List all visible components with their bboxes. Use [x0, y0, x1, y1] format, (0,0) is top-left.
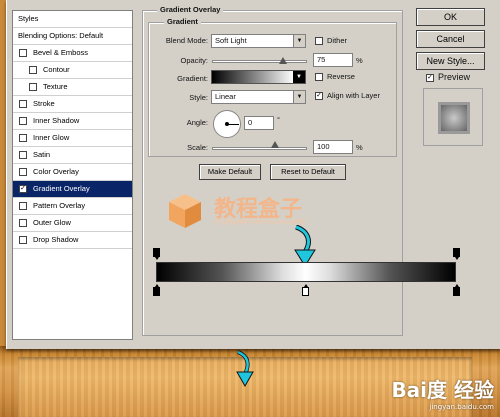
styles-item-label: Texture: [43, 82, 68, 91]
styles-item[interactable]: Drop Shadow: [13, 232, 132, 249]
styles-item-checkbox[interactable]: [19, 202, 27, 210]
reset-default-button[interactable]: Reset to Default: [270, 164, 346, 180]
styles-item[interactable]: Outer Glow: [13, 215, 132, 232]
styles-item-label: Color Overlay: [33, 167, 79, 176]
styles-item[interactable]: Stroke: [13, 96, 132, 113]
scale-input[interactable]: 100: [313, 140, 353, 154]
scale-slider-thumb[interactable]: [270, 141, 279, 148]
chevron-down-icon: ▼: [293, 71, 305, 83]
cyan-arrow-icon: [294, 225, 316, 267]
styles-item[interactable]: Inner Glow: [13, 130, 132, 147]
group-title: Gradient Overlay: [157, 5, 224, 14]
angle-dial[interactable]: [213, 110, 241, 138]
make-default-button[interactable]: Make Default: [199, 164, 261, 180]
styles-item-checkbox[interactable]: [29, 66, 37, 74]
blend-mode-select[interactable]: Soft Light ▼: [211, 34, 306, 48]
styles-item-checkbox[interactable]: [19, 49, 27, 57]
dither-box[interactable]: [315, 37, 323, 45]
cancel-button[interactable]: Cancel: [416, 30, 485, 48]
styles-item[interactable]: Bevel & Emboss: [13, 45, 132, 62]
styles-item[interactable]: Texture: [13, 79, 132, 96]
blend-mode-label: Blend Mode:: [165, 36, 208, 45]
styles-item[interactable]: Inner Shadow: [13, 113, 132, 130]
angle-input[interactable]: 0: [244, 116, 274, 130]
styles-item-label: Pattern Overlay: [33, 201, 86, 210]
opacity-slider-track[interactable]: [212, 60, 307, 63]
scale-label: Scale:: [187, 143, 208, 152]
opacity-stop-right[interactable]: [453, 248, 460, 260]
styles-item-label: Drop Shadow: [33, 235, 79, 244]
styles-list: Styles Blending Options: Default Bevel & …: [12, 10, 133, 340]
styles-item[interactable]: Satin: [13, 147, 132, 164]
styles-item-label: Satin: [33, 150, 51, 159]
styles-item[interactable]: Contour: [13, 62, 132, 79]
cube-logo-icon: [169, 194, 201, 228]
styles-item-label: Inner Glow: [33, 133, 70, 142]
styles-item-checkbox[interactable]: [19, 219, 27, 227]
styles-item[interactable]: Pattern Overlay: [13, 198, 132, 215]
opacity-unit: %: [356, 56, 363, 65]
subgroup-title: Gradient: [164, 17, 201, 26]
preview-thumbnail: [423, 88, 483, 146]
opacity-label: Opacity:: [180, 56, 208, 65]
angle-label: Angle:: [186, 118, 208, 127]
styles-item-checkbox[interactable]: [19, 117, 27, 125]
gradient-picker[interactable]: ▼: [211, 70, 306, 84]
styles-item-checkbox[interactable]: [19, 151, 27, 159]
cyan-arrow-icon: [236, 350, 254, 388]
styles-item[interactable]: Blending Options: Default: [13, 28, 132, 45]
styles-item[interactable]: ✓ Gradient Overlay: [13, 181, 132, 198]
gradient-label: Gradient:: [177, 74, 208, 83]
new-style-button[interactable]: New Style...: [416, 52, 485, 70]
styles-item-label: Stroke: [33, 99, 55, 108]
styles-item-checkbox[interactable]: [19, 236, 27, 244]
styles-item-checkbox[interactable]: ✓: [19, 185, 27, 193]
styles-item-checkbox[interactable]: [29, 83, 37, 91]
chevron-down-icon: ▼: [293, 91, 305, 103]
preview-box[interactable]: ✓: [426, 74, 434, 82]
ok-button[interactable]: OK: [416, 8, 485, 26]
chevron-down-icon: ▼: [293, 35, 305, 47]
styles-item-label: Contour: [43, 65, 70, 74]
scale-unit: %: [356, 143, 363, 152]
style-value: Linear: [215, 92, 236, 101]
style-select[interactable]: Linear ▼: [211, 90, 306, 104]
reverse-box[interactable]: [315, 73, 323, 81]
angle-unit: °: [277, 115, 280, 124]
gradient-bar[interactable]: [156, 262, 456, 282]
scale-slider-track[interactable]: [212, 147, 307, 150]
styles-item-checkbox[interactable]: [19, 100, 27, 108]
color-stop-left[interactable]: [153, 284, 160, 296]
dither-label: Dither: [327, 36, 348, 45]
watermark-url: jingyan.baidu.com: [429, 403, 494, 411]
styles-item-label: Inner Shadow: [33, 116, 80, 125]
opacity-slider-thumb[interactable]: [279, 57, 288, 64]
styles-item-label: Bevel & Emboss: [33, 48, 89, 57]
watermark-main: Bai度 经验: [391, 378, 494, 402]
color-stop-middle[interactable]: [302, 284, 309, 296]
opacity-input[interactable]: 75: [313, 53, 353, 67]
preview-swatch: [438, 102, 470, 134]
watermark: Bai度 经验 jingyan.baidu.com: [391, 374, 494, 411]
angle-center: [225, 122, 229, 126]
opacity-stop-left[interactable]: [153, 248, 160, 260]
align-label: Align with Layer: [327, 91, 380, 100]
blend-mode-value: Soft Light: [215, 36, 247, 45]
align-box[interactable]: ✓: [315, 92, 323, 100]
styles-item-label: Gradient Overlay: [33, 184, 90, 193]
color-stop-right[interactable]: [453, 284, 460, 296]
styles-item-label: Outer Glow: [33, 218, 71, 227]
style-label: Style:: [189, 93, 208, 102]
preview-label: Preview: [438, 72, 471, 82]
styles-item-label: Blending Options: Default: [18, 31, 104, 40]
styles-list-header[interactable]: Styles: [13, 11, 132, 28]
styles-item[interactable]: Color Overlay: [13, 164, 132, 181]
styles-item-checkbox[interactable]: [19, 168, 27, 176]
styles-item-checkbox[interactable]: [19, 134, 27, 142]
reverse-label: Reverse: [327, 72, 355, 81]
